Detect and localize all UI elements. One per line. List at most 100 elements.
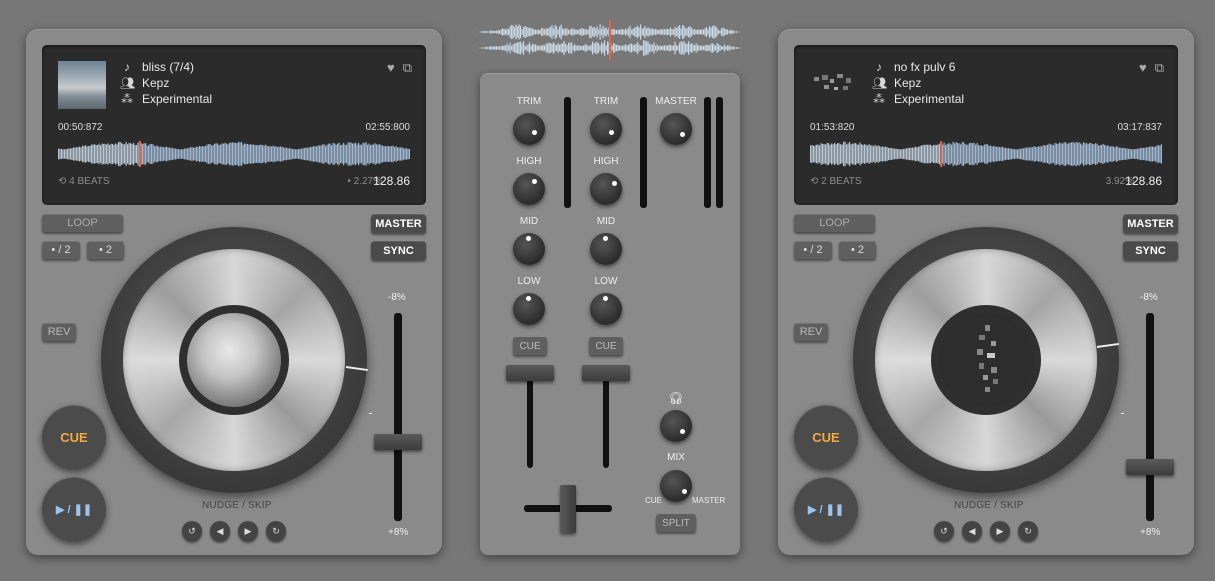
low-knob-b[interactable] <box>590 293 622 325</box>
loop-half-button[interactable]: • / 2 <box>42 241 80 259</box>
sync-button[interactable]: SYNC <box>371 241 426 260</box>
low-label-b: LOW <box>594 276 618 287</box>
overview-bar <box>724 44 726 52</box>
waveform-bar <box>212 145 214 163</box>
reverse-button[interactable]: REV <box>42 323 76 341</box>
nudge-forward-icon[interactable]: ▶ <box>990 521 1010 541</box>
waveform-bar <box>913 147 915 161</box>
overview-bar <box>482 47 484 49</box>
master-button[interactable]: MASTER <box>1123 214 1178 233</box>
pitch-slider-track[interactable] <box>1146 313 1154 521</box>
loop-double-button[interactable]: • 2 <box>87 241 124 259</box>
overview-bar <box>560 43 562 53</box>
cue-button[interactable]: CUE <box>794 405 858 469</box>
overview-bar <box>544 45 546 51</box>
heart-icon[interactable]: ♥ <box>387 60 395 76</box>
pitch-slider-handle[interactable] <box>374 433 422 450</box>
trim-knob-a[interactable] <box>513 113 545 145</box>
waveform-bar <box>1035 147 1037 161</box>
overview-bar <box>545 43 547 53</box>
heart-icon[interactable]: ♥ <box>1139 60 1147 76</box>
overview-bar <box>487 47 489 49</box>
pitch-slider-handle[interactable] <box>1126 458 1174 475</box>
loop-button[interactable]: LOOP <box>794 214 875 232</box>
waveform-bar <box>211 145 213 163</box>
skip-forward-icon[interactable]: ↻ <box>1018 521 1038 541</box>
overview-bar <box>515 24 517 40</box>
high-knob-b[interactable] <box>590 173 622 205</box>
waveform-bar <box>939 143 941 165</box>
waveform-bar <box>1062 143 1064 165</box>
mid-knob-a[interactable] <box>513 233 545 265</box>
waveform-bar <box>1044 145 1046 163</box>
skip-back-icon[interactable]: ↺ <box>934 521 954 541</box>
channel-fader-b[interactable] <box>582 365 630 381</box>
split-button[interactable]: SPLIT <box>656 514 696 532</box>
waveform-bar <box>1032 147 1034 161</box>
overview-bar <box>571 28 573 36</box>
waveform-bar <box>1011 148 1013 160</box>
waveform-bar <box>1144 147 1146 161</box>
waveform-bar <box>58 148 60 160</box>
overview-bar <box>580 28 582 36</box>
channel-fader-track-a[interactable] <box>527 370 533 468</box>
overview-bar <box>491 46 493 50</box>
master-button[interactable]: MASTER <box>371 214 426 233</box>
reverse-button[interactable]: REV <box>794 323 828 341</box>
high-knob-a[interactable] <box>513 173 545 205</box>
jog-wheel[interactable] <box>853 227 1119 493</box>
waveform-bar <box>397 147 399 161</box>
overview-bar <box>701 45 703 51</box>
overview-bar <box>599 24 601 40</box>
overview-bar <box>700 29 702 35</box>
waveform[interactable] <box>810 141 1162 167</box>
pitch-slider-track[interactable] <box>394 313 402 521</box>
nudge-back-icon[interactable]: ◀ <box>210 521 230 541</box>
waveform-bar <box>112 143 114 165</box>
overview-bar <box>620 29 622 35</box>
cue-button[interactable]: CUE <box>42 405 106 469</box>
waveform-bar <box>1030 147 1032 161</box>
overview-bar <box>601 28 603 36</box>
headphone-volume-knob[interactable] <box>660 410 692 442</box>
cue-mix-knob[interactable] <box>660 470 692 502</box>
loop-double-button[interactable]: • 2 <box>839 241 876 259</box>
channel-cue-b[interactable]: CUE <box>589 337 623 355</box>
trim-knob-b[interactable] <box>590 113 622 145</box>
master-knob[interactable] <box>660 113 692 145</box>
waveform-bar <box>1081 144 1083 164</box>
play-pause-button[interactable]: ▶ / ❚❚ <box>42 477 106 541</box>
waveform-bar <box>286 147 288 161</box>
nudge-forward-icon[interactable]: ▶ <box>238 521 258 541</box>
sync-button[interactable]: SYNC <box>1123 241 1178 260</box>
overview-bar <box>559 26 561 38</box>
low-knob-a[interactable] <box>513 293 545 325</box>
waveform-bar <box>943 142 945 166</box>
overview-bar <box>536 45 538 51</box>
waveform-bar <box>385 146 387 162</box>
skip-forward-icon[interactable]: ↻ <box>266 521 286 541</box>
nudge-back-icon[interactable]: ◀ <box>962 521 982 541</box>
mid-knob-b[interactable] <box>590 233 622 265</box>
external-link-icon[interactable]: ⧉ <box>1155 60 1164 76</box>
jog-wheel[interactable] <box>101 227 368 493</box>
waveform-bar <box>1116 146 1118 162</box>
channel-fader-a[interactable] <box>506 365 554 381</box>
waveform[interactable] <box>58 141 410 167</box>
overview-bar <box>592 27 594 37</box>
loop-button[interactable]: LOOP <box>42 214 123 232</box>
external-link-icon[interactable]: ⧉ <box>403 60 412 76</box>
loop-half-button[interactable]: • / 2 <box>794 241 832 259</box>
overview-waveform[interactable] <box>478 18 742 62</box>
album-artwork <box>58 61 106 109</box>
overview-bar <box>562 28 564 36</box>
overview-bar <box>653 42 655 54</box>
play-pause-button[interactable]: ▶ / ❚❚ <box>794 477 858 541</box>
crossfader[interactable] <box>560 485 576 533</box>
waveform-bar <box>1150 146 1152 162</box>
skip-back-icon[interactable]: ↺ <box>182 521 202 541</box>
waveform-bar <box>1140 147 1142 161</box>
channel-cue-a[interactable]: CUE <box>513 337 547 355</box>
overview-bar <box>691 42 693 54</box>
channel-fader-track-b[interactable] <box>603 370 609 468</box>
